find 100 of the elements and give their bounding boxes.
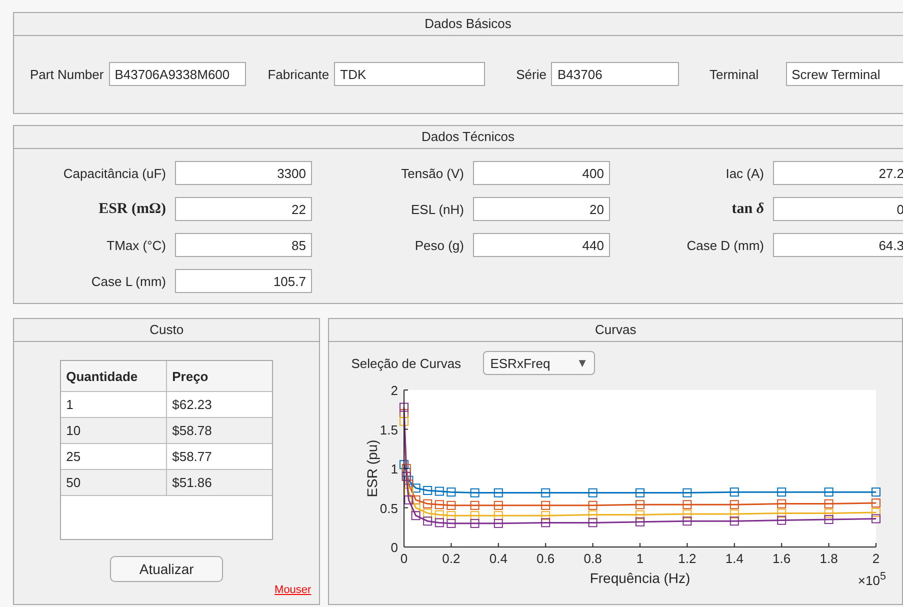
table-cell-text: $51.86 [171,474,213,492]
y-tick-label: 1.5 [380,422,398,438]
point [682,516,692,526]
point [435,500,444,510]
x-tick-label: 1.6 [772,551,791,566]
field-label: ESR (mΩ) [98,200,166,218]
field-label: TMax (°C) [106,238,166,252]
field-label: Fabricante [268,66,330,82]
field-label: Iac (A) [726,166,764,180]
point [423,486,432,495]
point [730,500,740,510]
field-label: Capacitância (uF) [63,166,166,180]
number-field[interactable]: 440 [473,233,610,257]
mouser-link[interactable]: Mouser [274,584,312,596]
panel-title: Dados Técnicos [14,126,903,149]
curve-dropdown[interactable]: ESRxFreq ▼ [483,351,596,375]
point [400,460,409,470]
text-field[interactable]: B43706A9338M600 [108,62,246,86]
point [494,488,504,498]
x-tick-label: 0.6 [536,551,555,566]
field-label: tan δ [732,200,764,218]
point [494,518,504,528]
point [446,500,456,510]
selector-label: Seleção de Curvas [351,356,462,370]
number-field[interactable]: 20 [473,197,610,221]
point [824,488,834,497]
number-field[interactable]: 85 [175,233,312,257]
point [636,517,645,526]
point [636,488,645,498]
point [435,518,444,528]
x-tick-label: 1 [636,551,644,566]
y-tick-label: 2 [390,383,398,398]
column-header: Preço [171,368,210,386]
field-label: Part Number [30,66,104,82]
point [777,499,786,508]
x-tick-label: 0.2 [442,551,460,566]
table-cell: 25 [61,444,168,469]
text-field[interactable]: B43706 [551,62,680,86]
point [872,488,881,497]
x-axis-label: Frequência (Hz) [590,570,690,586]
table-cell: 1 [61,392,168,417]
point [730,510,740,519]
point [682,488,692,498]
x-tick-label: 0.4 [490,551,508,566]
point [470,518,480,528]
field-label: Case D (mm) [686,238,764,252]
point [423,499,432,508]
point [636,510,645,520]
point [446,488,456,497]
update-button[interactable]: Atualizar [110,556,224,582]
y-tick-label: 0.5 [380,500,398,516]
point [872,498,881,508]
y-tick-label: 0 [390,540,398,555]
x-tick-label: 1.8 [820,551,838,566]
table-cell-text: $58.78 [171,422,213,440]
point [777,508,786,518]
number-field[interactable]: 3300 [175,161,312,185]
x-tick-label: 1.4 [726,551,744,566]
x-tick-label: 2 [872,551,880,566]
point [541,488,550,498]
point [682,510,692,519]
text-field[interactable]: Screw Terminal [786,62,903,86]
point [435,510,444,520]
field-label: Série [516,66,546,82]
point [541,518,550,528]
point [777,488,786,497]
field-label: ESL (nH) [411,202,464,216]
point [400,416,409,426]
text-field[interactable]: TDK [334,62,486,86]
point [412,511,421,520]
x-tick-label: 1.2 [678,551,696,566]
field-label: Peso (g) [414,238,464,252]
panel-title: Curvas [329,319,902,342]
point [777,516,786,525]
point [824,499,834,508]
number-field[interactable]: 27.2 [773,161,903,185]
panel-title: Dados Básicos [14,13,903,36]
point [588,510,598,520]
point [872,508,881,517]
axis-multiplier: ×10$^{5}$ [858,573,886,588]
number-field[interactable]: 400 [473,161,610,185]
point [400,402,409,412]
point [824,508,834,518]
point [682,500,692,510]
x-tick-label: 0 [400,551,408,566]
number-field[interactable]: 105.7 [175,269,312,293]
panel-title: Custo [14,319,320,342]
point [588,500,598,510]
number-field[interactable]: 22 [175,197,312,221]
point [730,488,740,497]
point [730,516,740,526]
y-tick-label: 1 [390,462,398,476]
point [636,500,645,510]
point [470,488,480,498]
y-axis-label: ESR (pu) [364,440,380,498]
point [470,500,480,510]
point [412,503,421,512]
point [404,495,414,504]
point [824,515,834,524]
point [588,518,598,528]
